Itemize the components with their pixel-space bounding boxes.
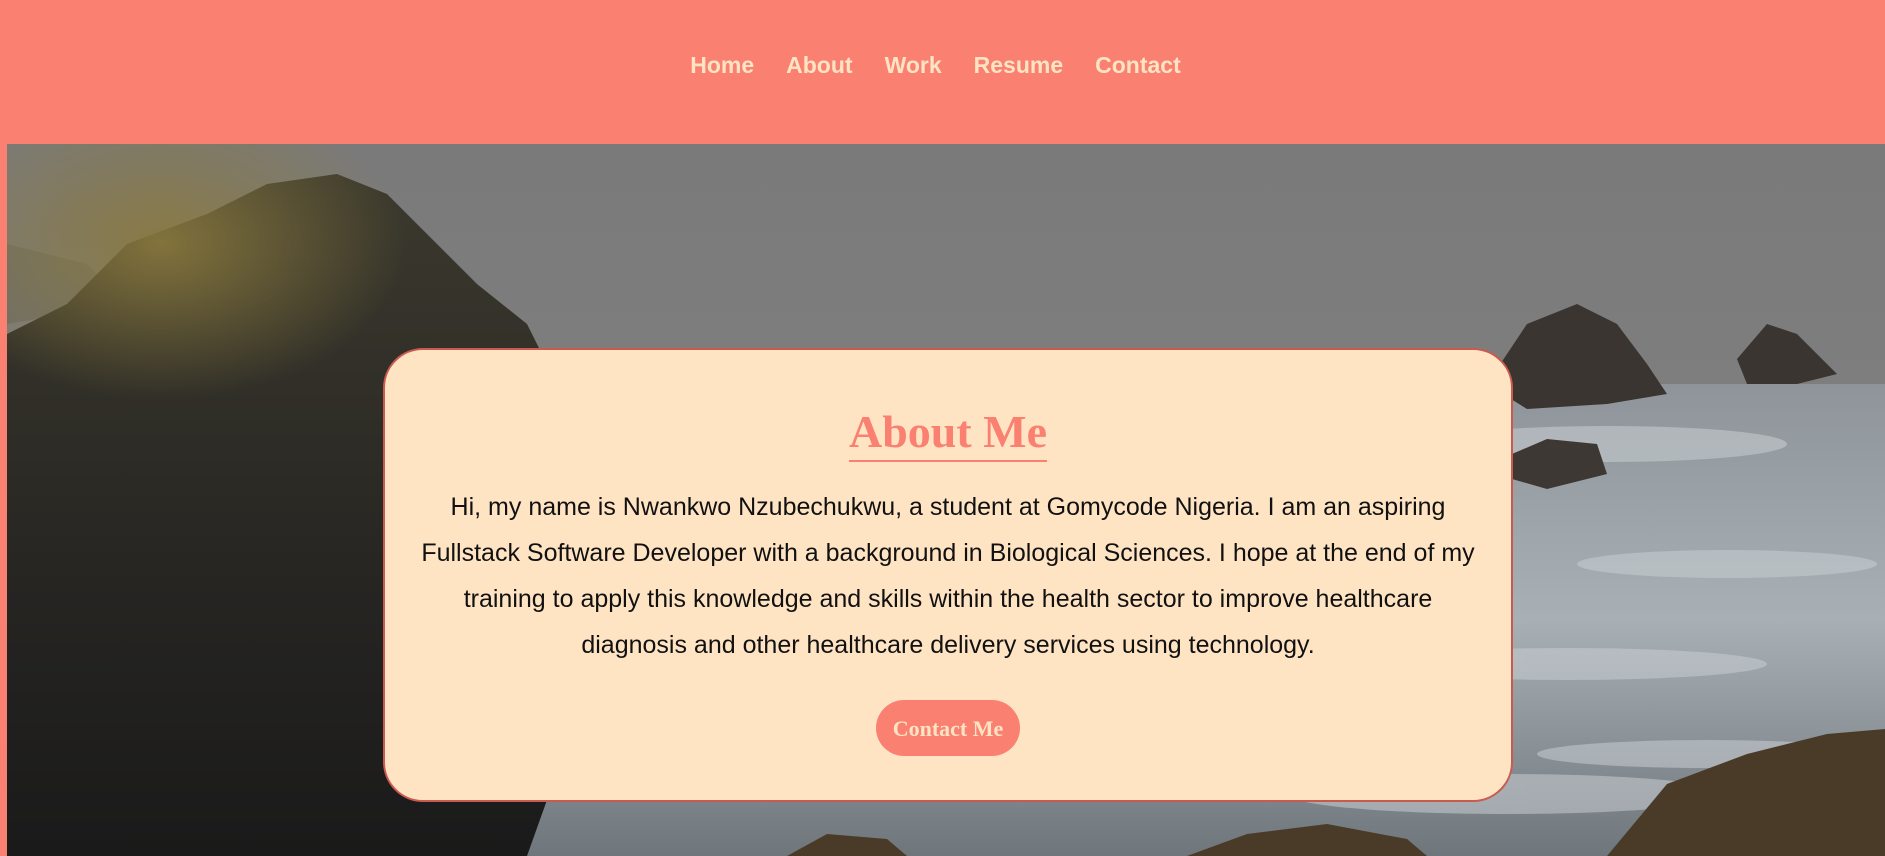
about-card: About Me Hi, my name is Nwankwo Nzubechu… <box>383 348 1513 802</box>
about-description: Hi, my name is Nwankwo Nzubechukwu, a st… <box>421 493 1475 659</box>
site-header: Home About Work Resume Contact <box>0 0 1885 144</box>
nav-work-link[interactable]: Work <box>885 52 942 79</box>
nav-contact-link[interactable]: Contact <box>1095 52 1181 79</box>
nav-about-link[interactable]: About <box>786 52 852 79</box>
main-nav: Home About Work Resume Contact <box>0 52 1878 79</box>
contact-me-button[interactable]: Contact Me <box>876 700 1020 756</box>
about-title: About Me <box>848 406 1048 462</box>
nav-home-link[interactable]: Home <box>690 52 754 79</box>
nav-resume-link[interactable]: Resume <box>974 52 1063 79</box>
